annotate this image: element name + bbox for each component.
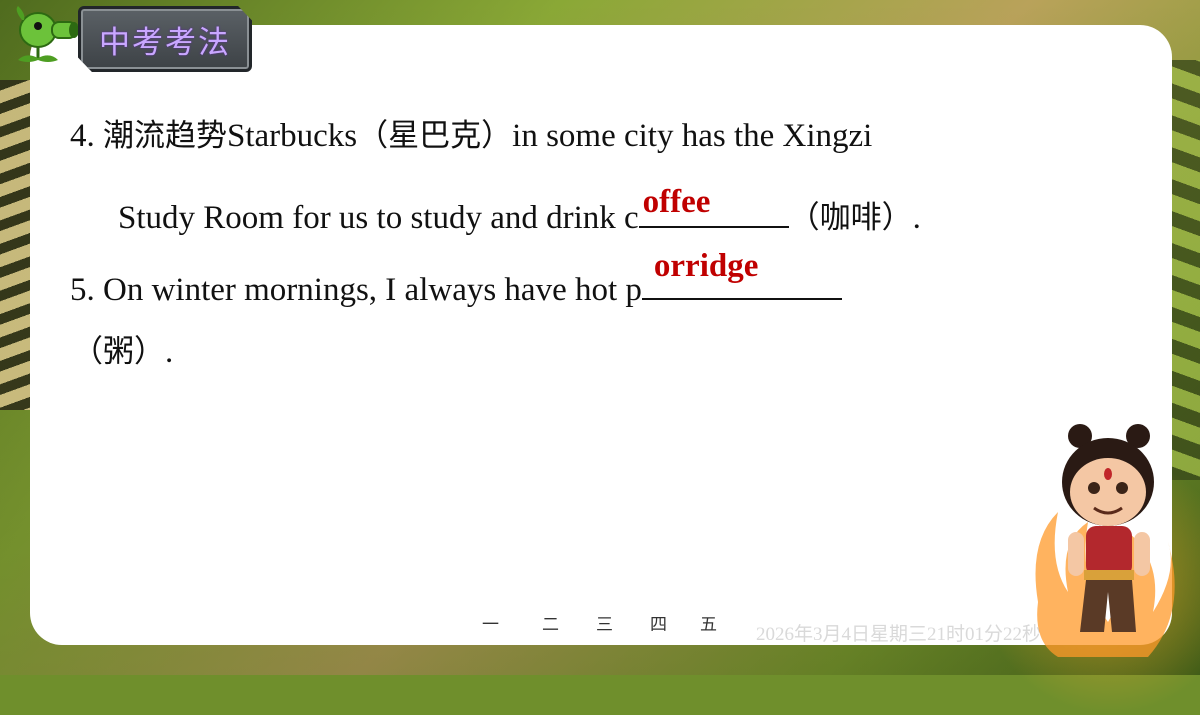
nav-item-5[interactable]: 五 [700, 610, 717, 635]
question-4-answer-blank[interactable]: offee [638, 184, 789, 228]
question-5-answer-blank[interactable]: orridge [641, 248, 842, 300]
section-badge: 中考考法 [78, 6, 252, 72]
question-4-end: . [912, 200, 921, 236]
question-5-gloss: （粥） [72, 334, 165, 370]
question-4-gloss-a: （星巴克） [357, 118, 513, 154]
question-4-text-c: Study Room for us to study and drink c [118, 200, 639, 236]
question-5-number: 5. [70, 272, 95, 308]
question-4-line-2: Study Room for us to study and drink c of… [118, 184, 921, 238]
question-4-topic: 潮流趋势 [103, 118, 227, 154]
question-5-answer: orridge [653, 248, 759, 284]
nav-item-1[interactable]: 一 [482, 610, 499, 635]
question-4-text-b: in some city has the Xingzi [512, 118, 873, 154]
question-4-number: 4. [70, 118, 95, 154]
question-5-text-a: On winter mornings, I always have hot p [103, 272, 642, 308]
timestamp-watermark: 2026年3月4日星期三21时01分22秒 [756, 624, 1042, 645]
question-5-end: . [165, 334, 174, 370]
peashooter-icon [16, 6, 79, 62]
nav-item-3[interactable]: 三 [596, 610, 613, 635]
question-4-gloss-b: （咖啡） [788, 200, 913, 236]
question-5-line-2: （粥）. [72, 332, 173, 372]
nezha-character-icon [1035, 424, 1175, 657]
nav-item-4[interactable]: 四 [650, 610, 667, 635]
background-decoration-right [1168, 60, 1200, 480]
question-4-answer: offee [642, 184, 711, 220]
nav-item-2[interactable]: 二 [542, 610, 559, 635]
question-4-text-a: Starbucks [227, 118, 358, 154]
question-4-line-1: 4. 潮流趋势Starbucks（星巴克）in some city has th… [70, 116, 872, 156]
section-badge-title: 中考考法 [99, 25, 231, 61]
question-5-line-1: 5. On winter mornings, I always have hot… [70, 248, 842, 310]
